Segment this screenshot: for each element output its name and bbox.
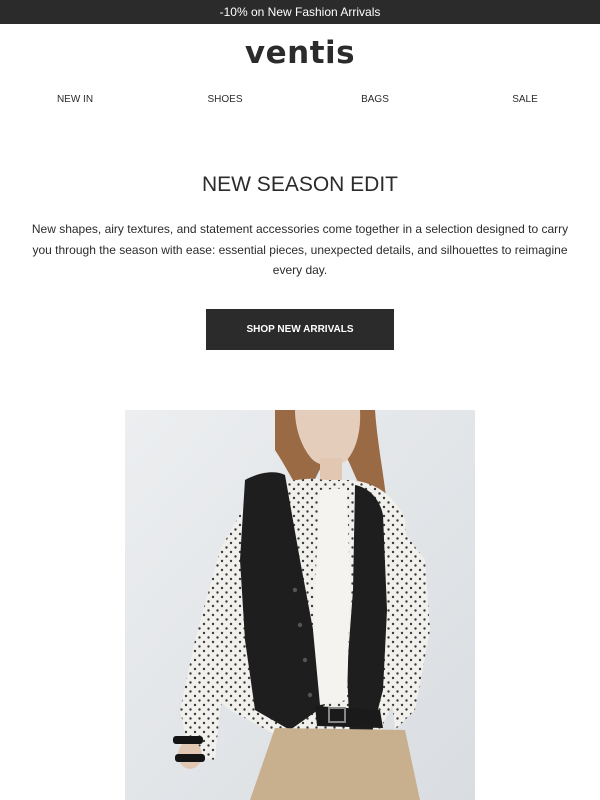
- nav-item-sale[interactable]: SALE: [450, 92, 600, 108]
- model-photo-illustration: [125, 410, 475, 800]
- nav-item-bags[interactable]: BAGS: [300, 92, 450, 108]
- promo-banner[interactable]: -10% on New Fashion Arrivals: [0, 0, 600, 24]
- nav-item-shoes[interactable]: SHOES: [150, 92, 300, 108]
- shop-new-arrivals-button[interactable]: SHOP NEW ARRIVALS: [206, 309, 394, 350]
- nav-item-new-in[interactable]: NEW IN: [0, 92, 150, 108]
- section-description: New shapes, airy textures, and statement…: [31, 222, 569, 277]
- hero-image[interactable]: [125, 410, 475, 800]
- section-headline: NEW SEASON EDIT: [201, 173, 399, 196]
- brand-logo[interactable]: ventis: [0, 33, 600, 73]
- main-nav: NEW IN SHOES BAGS SALE: [0, 92, 600, 108]
- promo-text[interactable]: -10% on New Fashion Arrivals: [220, 5, 381, 19]
